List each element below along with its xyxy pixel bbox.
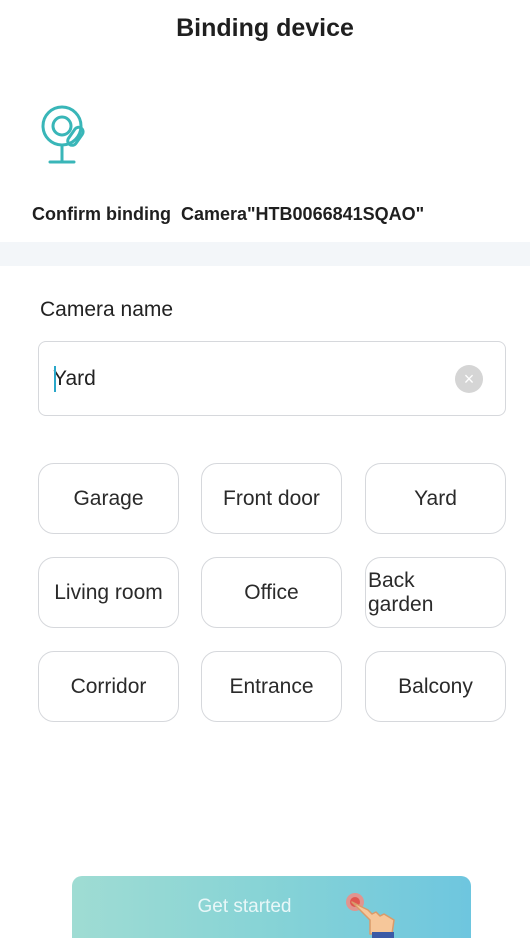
camera-name-field: ×	[38, 341, 506, 416]
suggestion-chip-garage[interactable]: Garage	[38, 463, 179, 534]
suggestion-chip-back-garden[interactable]: Back garden	[365, 557, 506, 628]
suggestion-chip-front-door[interactable]: Front door	[201, 463, 342, 534]
page-title: Binding device	[176, 14, 354, 42]
suggestion-chip-office[interactable]: Office	[201, 557, 342, 628]
camera-name-input[interactable]	[53, 342, 443, 415]
get-started-label: Get started	[197, 896, 292, 917]
suggestion-chip-corridor[interactable]: Corridor	[38, 651, 179, 722]
suggestion-chip-balcony[interactable]: Balcony	[365, 651, 506, 722]
section-divider	[0, 242, 530, 266]
get-started-button[interactable]: Get started	[72, 876, 471, 938]
confirm-binding-text: Confirm binding Camera"HTB0066841SQAO"	[32, 204, 425, 224]
text-caret	[54, 366, 56, 392]
suggestion-chip-living-room[interactable]: Living room	[38, 557, 179, 628]
camera-icon	[41, 105, 85, 164]
clear-icon[interactable]: ×	[455, 365, 483, 393]
suggestion-chip-entrance[interactable]: Entrance	[201, 651, 342, 722]
camera-name-label: Camera name	[40, 298, 174, 321]
suggestion-chip-yard[interactable]: Yard	[365, 463, 506, 534]
pointing-hand-icon	[346, 893, 395, 938]
